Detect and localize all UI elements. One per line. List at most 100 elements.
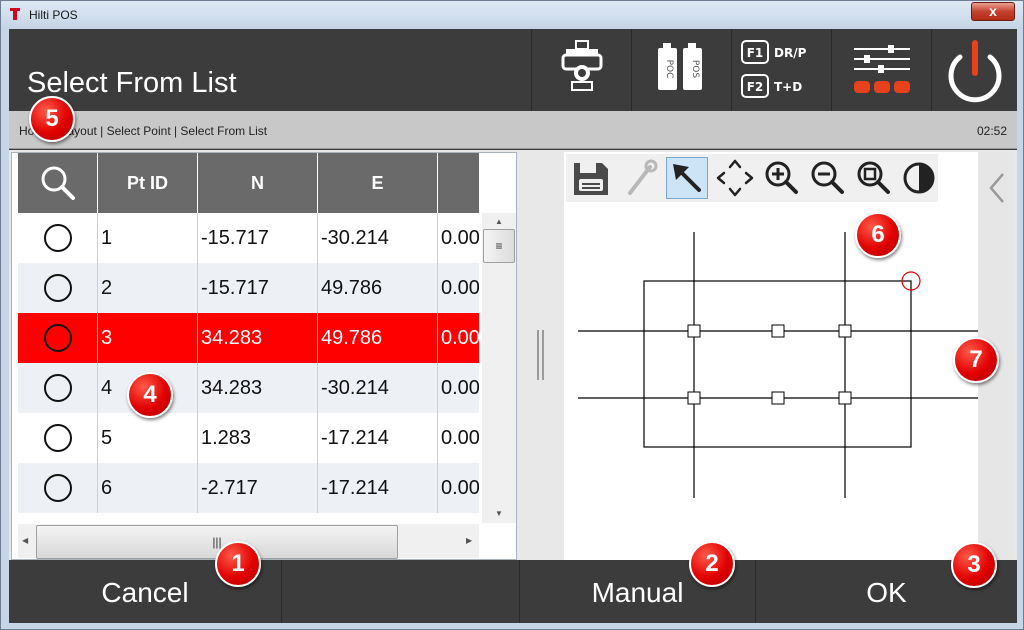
- point-list-panel: Pt ID N E 1 -15.717 -30.214 0.00 2 -15.7…: [11, 152, 517, 560]
- callout-5: 5: [29, 96, 75, 142]
- f1-function-label: DR/P: [774, 46, 807, 60]
- cell-pt-id: 1: [98, 213, 198, 263]
- settings-sliders-icon: [854, 45, 910, 93]
- scroll-up-arrow-icon[interactable]: ▲: [495, 217, 503, 226]
- row-radio[interactable]: [18, 213, 98, 263]
- select-tool-button[interactable]: [666, 157, 708, 199]
- table-row[interactable]: 6 -2.717 -17.214 0.00: [18, 463, 479, 513]
- f1-key-label: F1: [747, 46, 764, 60]
- cell-e: -17.214: [318, 463, 438, 513]
- battery-left-label: POC: [664, 60, 674, 79]
- row-radio[interactable]: [18, 363, 98, 413]
- window-close-button[interactable]: x: [971, 2, 1015, 21]
- app-client-area: Select From List POC POS F1 DR/P F2 T+D …: [9, 29, 1017, 623]
- table-row[interactable]: 2 -15.717 49.786 0.00: [18, 263, 479, 313]
- settings-button[interactable]: [831, 29, 931, 111]
- f2-key-label: F2: [747, 80, 764, 94]
- zoom-in-icon: [765, 161, 798, 194]
- pan-button[interactable]: [714, 157, 756, 199]
- row-radio[interactable]: [18, 263, 98, 313]
- cell-pt-id: 2: [98, 263, 198, 313]
- cell-h: 0.00: [441, 427, 479, 449]
- map-view-panel[interactable]: [564, 152, 978, 560]
- cell-n: -15.717: [198, 213, 318, 263]
- table-header: Pt ID N E: [18, 153, 479, 213]
- cell-h: 0.00: [441, 227, 479, 249]
- pan-arrows-icon: [716, 159, 754, 197]
- row-radio[interactable]: [18, 413, 98, 463]
- arrow-pointer-icon: [673, 164, 701, 192]
- layout-map-canvas[interactable]: [564, 208, 978, 558]
- save-button[interactable]: [570, 157, 612, 199]
- callout-1: 1: [215, 541, 261, 587]
- radio-circle-icon: [43, 324, 72, 352]
- callout-6: 6: [855, 212, 901, 258]
- zoom-out-button[interactable]: [806, 157, 848, 199]
- search-icon: [41, 166, 75, 200]
- cell-e: -17.214: [318, 413, 438, 463]
- table-row[interactable]: 5 1.283 -17.214 0.00: [18, 413, 479, 463]
- map-toolbar: [566, 154, 938, 202]
- prism-icon: [561, 40, 603, 91]
- table-row-selected[interactable]: 3 34.283 49.786 0.00: [18, 313, 479, 363]
- table-row[interactable]: 1 -15.717 -30.214 0.00: [18, 213, 479, 263]
- zoom-in-button[interactable]: [760, 157, 802, 199]
- prism-button[interactable]: [531, 29, 631, 111]
- wrench-icon: [628, 159, 658, 195]
- column-header-e[interactable]: E: [318, 153, 438, 213]
- cell-n: -15.717: [198, 263, 318, 313]
- scroll-right-arrow-icon[interactable]: ▶: [466, 536, 472, 545]
- column-header-pt-id[interactable]: Pt ID: [98, 153, 198, 213]
- window-title: Hilti POS: [29, 8, 78, 22]
- battery-status-button[interactable]: POC POS: [631, 29, 731, 111]
- callout-4: 4: [127, 372, 173, 418]
- empty-action-slot: [281, 560, 519, 623]
- point-table-rows: 1 -15.717 -30.214 0.00 2 -15.717 49.786 …: [18, 213, 479, 523]
- column-header-h[interactable]: [438, 153, 479, 213]
- scroll-down-arrow-icon[interactable]: ▼: [495, 509, 503, 518]
- scroll-left-arrow-icon[interactable]: ◀: [22, 536, 28, 545]
- column-header-n[interactable]: N: [198, 153, 318, 213]
- hilti-logo-icon: [10, 8, 20, 20]
- function-keys-button[interactable]: F1 DR/P F2 T+D: [731, 29, 831, 111]
- vertical-scroll-thumb[interactable]: ≡: [483, 229, 515, 263]
- cell-h: 0.00: [441, 327, 479, 349]
- search-column-button[interactable]: [18, 153, 98, 213]
- application-window: Hilti POS x Select From List POC POS F1 …: [0, 0, 1024, 630]
- cell-pt-id: 3: [98, 313, 198, 363]
- cell-h: 0.00: [441, 477, 479, 499]
- cell-h: 0.00: [441, 377, 479, 399]
- cell-e: 49.786: [318, 263, 438, 313]
- tools-button[interactable]: [620, 157, 662, 199]
- zoom-extents-icon: [857, 161, 890, 194]
- page-title: Select From List: [27, 67, 237, 99]
- vertical-scrollbar[interactable]: ▲ ≡ ▼: [482, 213, 516, 523]
- title-bar: Hilti POS x: [1, 1, 1023, 29]
- chevron-left-icon[interactable]: [979, 168, 1015, 208]
- cell-e: 49.786: [318, 313, 438, 363]
- callout-7: 7: [953, 337, 999, 383]
- save-icon: [574, 163, 608, 195]
- function-keys-panel: F1 DR/P F2 T+D: [741, 40, 807, 98]
- table-row[interactable]: 4 34.283 -30.214 0.00: [18, 363, 479, 413]
- row-radio[interactable]: [18, 313, 98, 363]
- panel-splitter[interactable]: [537, 330, 547, 380]
- clock: 02:52: [976, 124, 1007, 138]
- cell-pt-id: 5: [98, 413, 198, 463]
- cell-h: 0.00: [441, 277, 479, 299]
- contrast-button[interactable]: [898, 157, 940, 199]
- contrast-icon: [903, 162, 935, 194]
- cell-n: -2.717: [198, 463, 318, 513]
- cell-e: -30.214: [318, 363, 438, 413]
- radio-circle-icon: [43, 274, 72, 302]
- radio-circle-icon: [43, 224, 72, 252]
- row-radio[interactable]: [18, 463, 98, 513]
- radio-circle-icon: [43, 374, 72, 402]
- callout-3: 3: [951, 542, 997, 588]
- zoom-extents-button[interactable]: [852, 157, 894, 199]
- cell-e: -30.214: [318, 213, 438, 263]
- power-button[interactable]: [931, 29, 1017, 111]
- battery-icon: POC POS: [658, 43, 702, 90]
- bottom-action-bar: Cancel Manual OK: [9, 560, 1017, 623]
- main-content: Pt ID N E 1 -15.717 -30.214 0.00 2 -15.7…: [9, 150, 1017, 560]
